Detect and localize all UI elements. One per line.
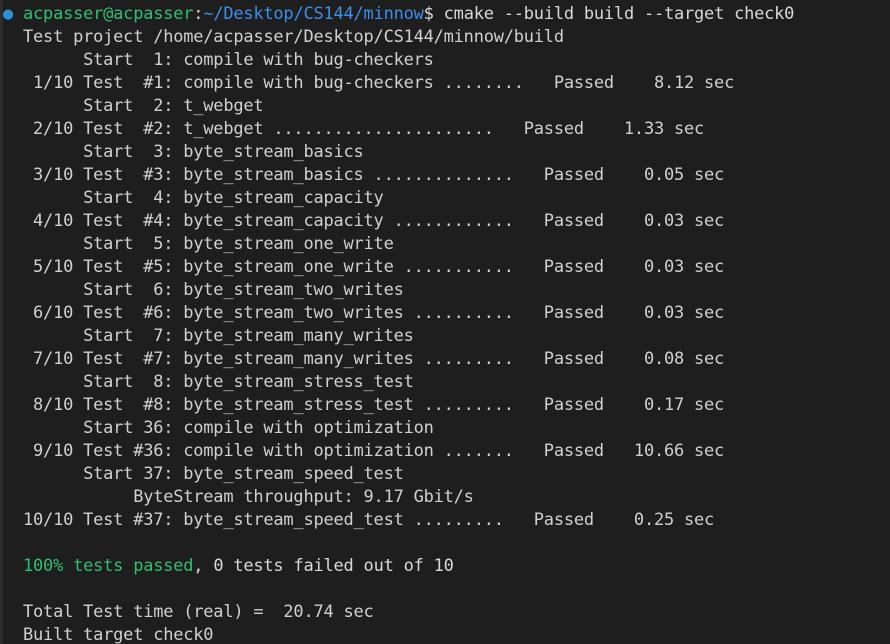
output-line: Start 7: byte_stream_many_writes [0, 325, 890, 348]
output-text: Start 6: byte_stream_two_writes [3, 280, 404, 300]
output-text: 1/10 Test #1: compile with bug-checkers … [3, 73, 735, 93]
output-text: 6/10 Test #6: byte_stream_two_writes ...… [3, 303, 725, 323]
output-text: Start 8: byte_stream_stress_test [3, 372, 414, 392]
output-text: 9/10 Test #36: compile with optimization… [3, 441, 725, 461]
output-text: Start 36: compile with optimization [3, 418, 434, 438]
output-line: 7/10 Test #7: byte_stream_many_writes ..… [0, 348, 890, 371]
output-line: Start 3: byte_stream_basics [0, 141, 890, 164]
summary-indent [3, 556, 23, 576]
output-text: Test project /home/acpasser/Desktop/CS14… [3, 27, 564, 47]
test-summary-line: 100% tests passed, 0 tests failed out of… [0, 555, 890, 578]
prompt-line: ● acpasser@acpasser:~/Desktop/CS144/minn… [0, 3, 890, 26]
prompt-command: cmake --build build --target check0 [443, 4, 795, 24]
output-text: Start 7: byte_stream_many_writes [3, 326, 414, 346]
output-text: 2/10 Test #2: t_webget .................… [3, 119, 705, 139]
output-text: Start 37: byte_stream_speed_test [3, 464, 404, 484]
prompt-separator: : [193, 4, 204, 24]
output-text: Start 4: byte_stream_capacity [3, 188, 384, 208]
prompt-path: ~/Desktop/CS144/minnow [203, 4, 424, 24]
output-line: ByteStream throughput: 9.17 Gbit/s [0, 486, 890, 509]
prompt-sigil: $ [423, 4, 444, 24]
output-line: 3/10 Test #3: byte_stream_basics .......… [0, 164, 890, 187]
output-line: 4/10 Test #4: byte_stream_capacity .....… [0, 210, 890, 233]
output-text: Start 1: compile with bug-checkers [3, 50, 434, 70]
output-line: Start 5: byte_stream_one_write [0, 233, 890, 256]
output-line: Start 2: t_webget [0, 95, 890, 118]
output-text: Start 2: t_webget [3, 96, 264, 116]
output-line: Start 6: byte_stream_two_writes [0, 279, 890, 302]
output-line: Total Test time (real) = 20.74 sec [0, 601, 890, 624]
output-line: Test project /home/acpasser/Desktop/CS14… [0, 26, 890, 49]
summary-passed-count: 100% tests passed [23, 556, 194, 576]
output-text: 4/10 Test #4: byte_stream_capacity .....… [3, 211, 725, 231]
output-line: Start 36: compile with optimization [0, 417, 890, 440]
output-line: 5/10 Test #5: byte_stream_one_write ....… [0, 256, 890, 279]
output-text: 10/10 Test #37: byte_stream_speed_test .… [3, 510, 715, 530]
output-line: Start 8: byte_stream_stress_test [0, 371, 890, 394]
output-line: Start 1: compile with bug-checkers [0, 49, 890, 72]
prompt-user-host: acpasser@acpasser [23, 4, 194, 24]
summary-failed-count: , 0 tests failed out of 10 [193, 556, 454, 576]
terminal-window: ● acpasser@acpasser:~/Desktop/CS144/minn… [0, 0, 890, 644]
output-line: Built target check0 [0, 624, 890, 644]
output-text: 5/10 Test #5: byte_stream_one_write ....… [3, 257, 725, 277]
output-line: 1/10 Test #1: compile with bug-checkers … [0, 72, 890, 95]
output-line: Start 4: byte_stream_capacity [0, 187, 890, 210]
output-text: Start 5: byte_stream_one_write [3, 234, 394, 254]
output-text: 3/10 Test #3: byte_stream_basics .......… [3, 165, 725, 185]
output-text: ByteStream throughput: 9.17 Gbit/s [3, 487, 474, 507]
output-text: Start 3: byte_stream_basics [3, 142, 364, 162]
output-line: 6/10 Test #6: byte_stream_two_writes ...… [0, 302, 890, 325]
output-line: 8/10 Test #8: byte_stream_stress_test ..… [0, 394, 890, 417]
output-line: Start 37: byte_stream_speed_test [0, 463, 890, 486]
prompt-bullet-icon: ● [3, 4, 24, 24]
output-text: 7/10 Test #7: byte_stream_many_writes ..… [3, 349, 725, 369]
output-text: Total Test time (real) = 20.74 sec [3, 602, 374, 622]
output-line: 2/10 Test #2: t_webget .................… [0, 118, 890, 141]
output-text: 8/10 Test #8: byte_stream_stress_test ..… [3, 395, 725, 415]
output-line: 10/10 Test #37: byte_stream_speed_test .… [0, 509, 890, 532]
output-text: Built target check0 [3, 625, 214, 644]
output-line: 9/10 Test #36: compile with optimization… [0, 440, 890, 463]
terminal-screen[interactable]: ● acpasser@acpasser:~/Desktop/CS144/minn… [0, 0, 890, 644]
